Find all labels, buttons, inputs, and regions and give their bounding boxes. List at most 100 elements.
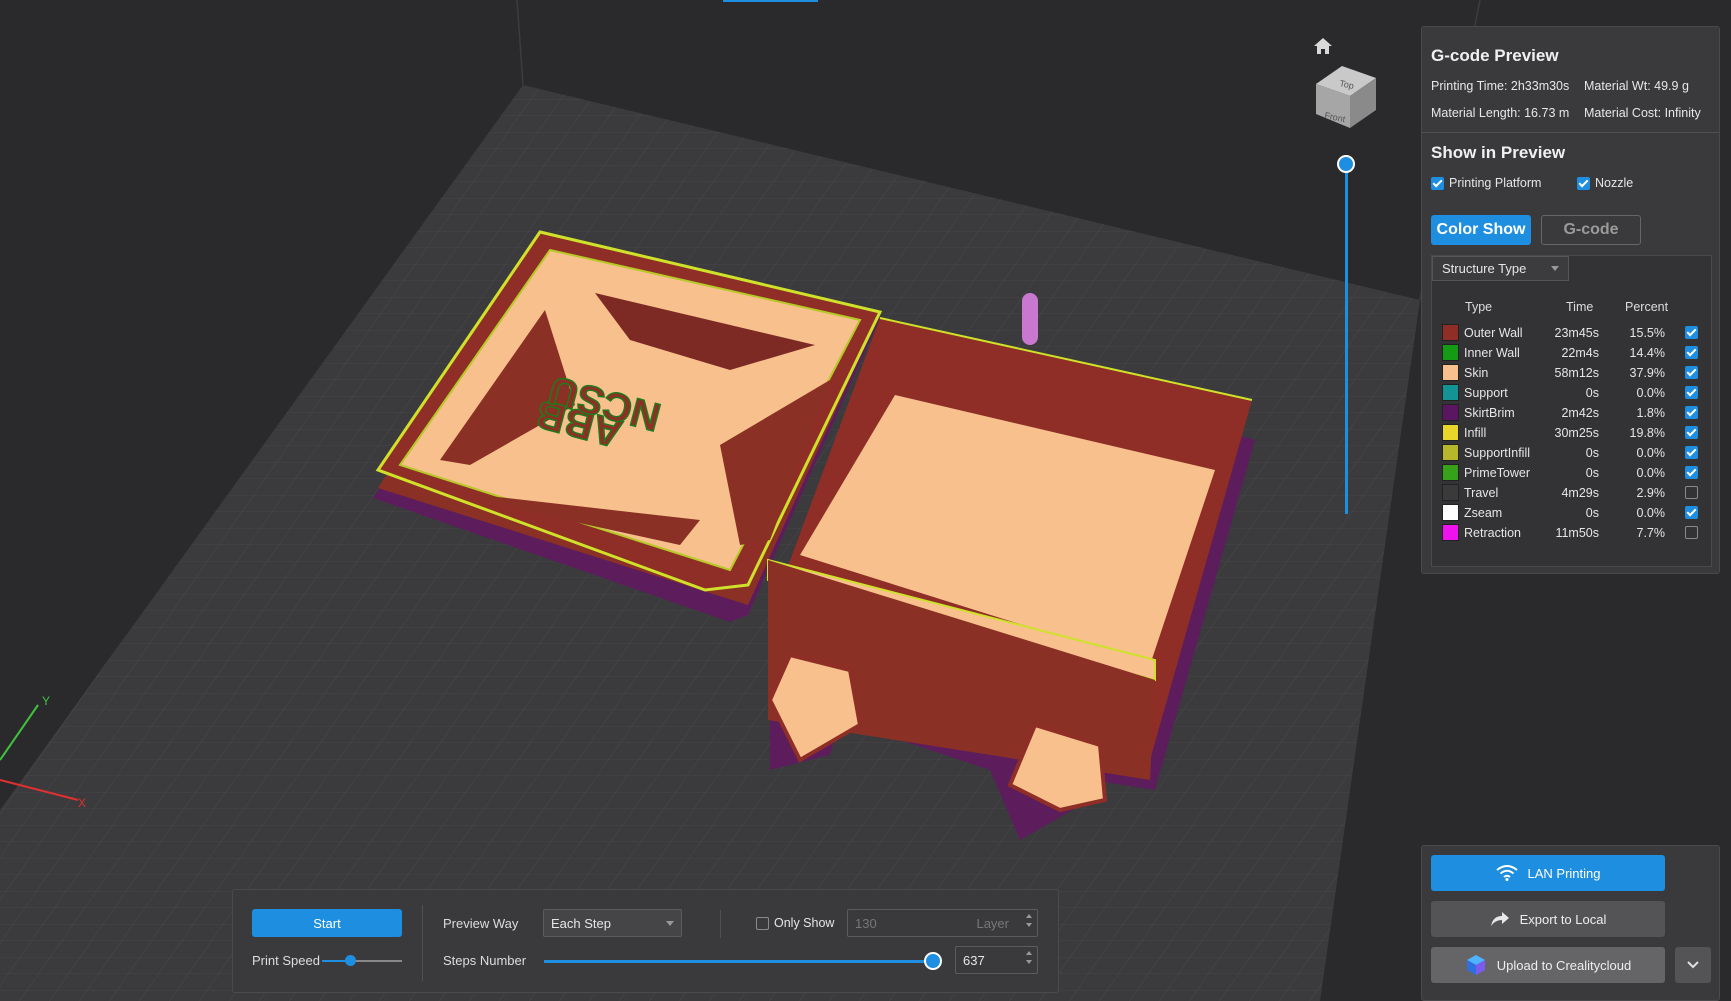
more-options-button[interactable] xyxy=(1675,947,1711,983)
export-panel: LAN Printing Export to Local Upload to C… xyxy=(1421,845,1720,1001)
export-to-local-button[interactable]: Export to Local xyxy=(1431,901,1665,937)
structure-time: 23m45s xyxy=(1554,326,1599,340)
color-swatch xyxy=(1442,324,1459,341)
visibility-checkbox[interactable] xyxy=(1685,406,1698,419)
visibility-checkbox[interactable] xyxy=(1685,326,1698,339)
lan-printing-button[interactable]: LAN Printing xyxy=(1431,855,1665,891)
preview-way-label: Preview Way xyxy=(443,916,519,931)
structure-time: 22m4s xyxy=(1561,346,1599,360)
nozzle-label: Nozzle xyxy=(1595,176,1634,190)
header-percent: Percent xyxy=(1625,300,1669,314)
view-cube[interactable]: Top Front xyxy=(1310,62,1382,149)
color-swatch xyxy=(1442,424,1459,441)
structure-percent: 0.0% xyxy=(1636,446,1666,460)
visibility-checkbox[interactable] xyxy=(1685,526,1698,539)
wifi-icon xyxy=(1495,865,1518,881)
visibility-checkbox[interactable] xyxy=(1685,506,1698,519)
structure-percent: 2.9% xyxy=(1636,486,1666,500)
structure-time: 0s xyxy=(1585,446,1599,460)
visibility-checkbox[interactable] xyxy=(1685,486,1698,499)
table-row: Infill 30m25s 19.8% xyxy=(1432,423,1713,443)
material-length: Material Length: 16.73 m xyxy=(1431,106,1570,120)
x-axis-label: X xyxy=(78,796,86,810)
checkbox-icon[interactable] xyxy=(1431,176,1444,190)
visibility-checkbox[interactable] xyxy=(1685,426,1698,439)
preview-way-select[interactable]: Each Step xyxy=(543,909,682,937)
steps-stepper[interactable] xyxy=(1026,951,1032,964)
layer-stepper xyxy=(1026,914,1032,927)
structure-time: 2m42s xyxy=(1561,406,1599,420)
start-button[interactable]: Start xyxy=(252,909,402,937)
layer-unit-label: Layer xyxy=(976,916,1009,931)
layer-value: 130 xyxy=(855,916,877,931)
structure-percent: 14.4% xyxy=(1629,346,1665,360)
only-show-label: Only Show xyxy=(774,916,835,930)
header-time: Time xyxy=(1566,300,1594,314)
structure-type-name: Inner Wall xyxy=(1464,346,1520,360)
structure-type-name: SupportInfill xyxy=(1464,446,1531,460)
steps-number-value: 637 xyxy=(963,953,985,968)
upload-crealitycloud-label: Upload to Crealitycloud xyxy=(1496,957,1632,973)
structure-percent: 0.0% xyxy=(1636,506,1666,520)
show-in-preview-title: Show in Preview xyxy=(1431,143,1566,162)
table-row: Zseam 0s 0.0% xyxy=(1432,503,1713,523)
structure-percent: 7.7% xyxy=(1636,526,1666,540)
structure-type-name: Infill xyxy=(1464,426,1487,440)
structure-percent: 37.9% xyxy=(1629,366,1665,380)
steps-number-input[interactable]: 637 xyxy=(955,946,1038,974)
table-row: SupportInfill 0s 0.0% xyxy=(1432,443,1713,463)
structure-percent: 0.0% xyxy=(1636,466,1666,480)
only-show-checkbox[interactable]: Only Show xyxy=(756,916,834,930)
preview-toolbar: Start Print Speed Preview Way Each Step … xyxy=(232,889,1059,993)
steps-number-label: Steps Number xyxy=(443,953,527,968)
checkbox-icon[interactable] xyxy=(756,916,769,930)
table-row: Travel 4m29s 2.9% xyxy=(1432,483,1713,503)
table-row: PrimeTower 0s 0.0% xyxy=(1432,463,1713,483)
table-row: Support 0s 0.0% xyxy=(1432,383,1713,403)
structure-type-name: SkirtBrim xyxy=(1464,406,1515,420)
structure-percent: 1.8% xyxy=(1636,406,1666,420)
visibility-checkbox[interactable] xyxy=(1685,446,1698,459)
structure-type-name: Outer Wall xyxy=(1464,326,1523,340)
structure-type-name: Skin xyxy=(1464,366,1489,380)
tab-gcode[interactable]: G-code xyxy=(1541,215,1641,245)
layer-slider-handle[interactable] xyxy=(1337,155,1355,173)
structure-type-name: Retraction xyxy=(1464,526,1521,540)
visibility-checkbox[interactable] xyxy=(1685,346,1698,359)
upload-crealitycloud-button[interactable]: Upload to Crealitycloud xyxy=(1431,947,1665,983)
structure-time: 58m12s xyxy=(1554,366,1599,380)
visibility-checkbox[interactable] xyxy=(1685,466,1698,479)
checkbox-icon[interactable] xyxy=(1577,176,1590,190)
printing-platform-checkbox[interactable]: Printing Platform xyxy=(1431,176,1541,190)
visibility-checkbox[interactable] xyxy=(1685,386,1698,399)
structure-type-name: PrimeTower xyxy=(1464,466,1530,480)
structure-percent: 0.0% xyxy=(1636,386,1666,400)
structure-percent: 19.8% xyxy=(1629,426,1665,440)
gcode-preview-panel: G-code Preview Printing Time: 2h33m30s M… xyxy=(1421,26,1720,574)
layer-slider-track[interactable] xyxy=(1345,164,1348,514)
nozzle-checkbox[interactable]: Nozzle xyxy=(1577,176,1633,190)
structure-type-table: Structure Type Type Time Percent Outer W… xyxy=(1431,255,1712,567)
steps-number-handle[interactable] xyxy=(924,952,942,970)
home-icon[interactable] xyxy=(1312,36,1334,61)
preview-way-value: Each Step xyxy=(551,915,611,931)
structure-type-select[interactable]: Structure Type xyxy=(1432,256,1569,281)
color-swatch xyxy=(1442,484,1459,501)
visibility-checkbox[interactable] xyxy=(1685,366,1698,379)
chevron-down-icon xyxy=(1551,266,1559,271)
color-swatch xyxy=(1442,504,1459,521)
tab-color-show[interactable]: Color Show xyxy=(1431,215,1531,245)
tab-indicator xyxy=(723,0,818,2)
structure-time: 0s xyxy=(1585,466,1599,480)
table-row: Skin 58m12s 37.9% xyxy=(1432,363,1713,383)
gcode-preview-title: G-code Preview xyxy=(1431,46,1559,65)
structure-time: 0s xyxy=(1585,386,1599,400)
table-row: SkirtBrim 2m42s 1.8% xyxy=(1432,403,1713,423)
y-axis-label: Y xyxy=(42,694,50,708)
table-row: Outer Wall 23m45s 15.5% xyxy=(1432,323,1713,343)
printing-time: Printing Time: 2h33m30s xyxy=(1431,79,1570,93)
lan-printing-label: LAN Printing xyxy=(1527,865,1601,881)
steps-number-slider[interactable] xyxy=(544,960,933,963)
print-speed-handle[interactable] xyxy=(345,955,356,966)
table-row: Retraction 11m50s 7.7% xyxy=(1432,523,1713,543)
